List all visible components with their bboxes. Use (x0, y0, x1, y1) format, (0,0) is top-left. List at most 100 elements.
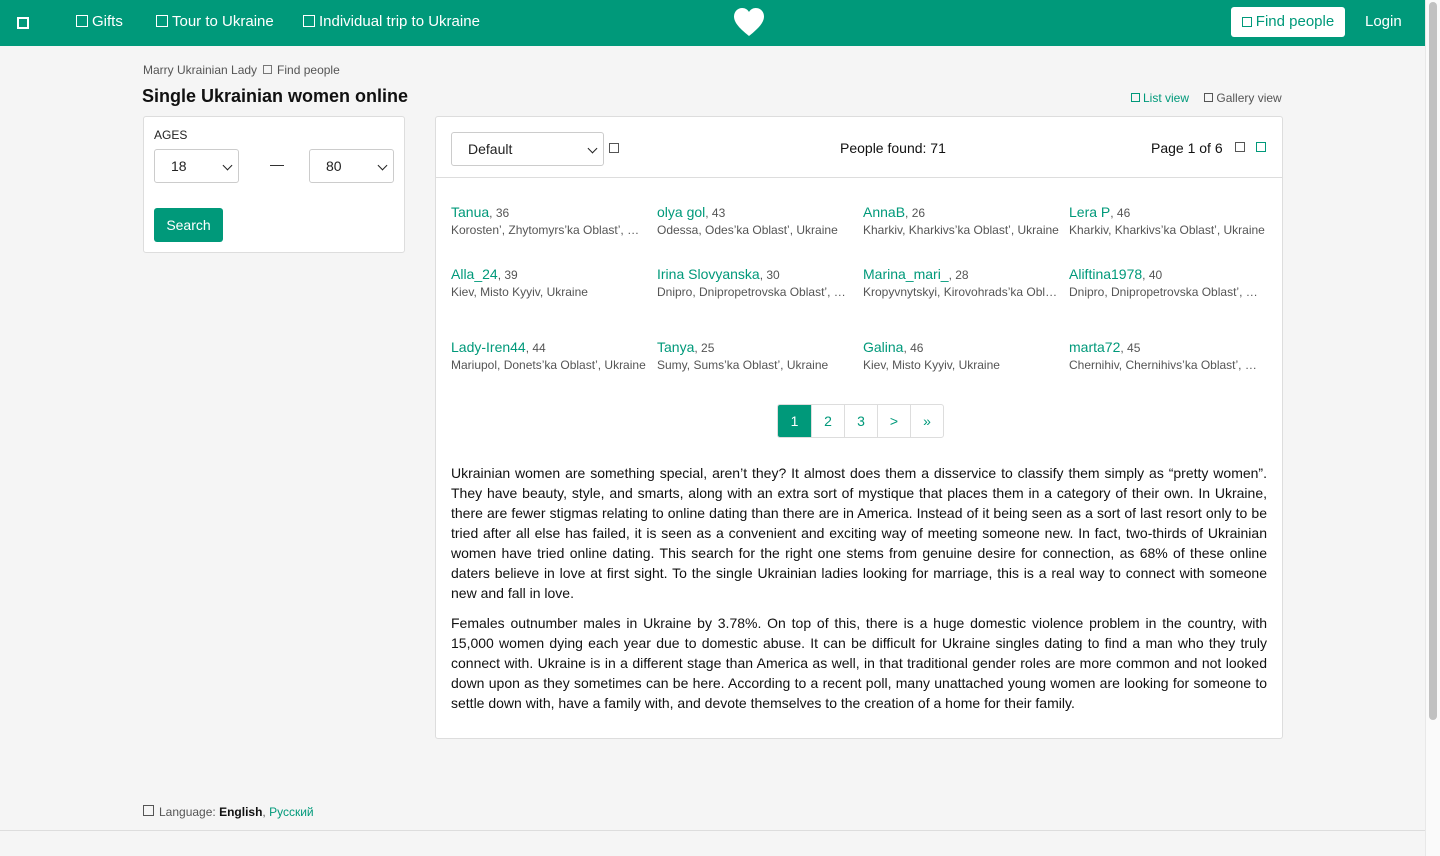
person-age: , 25 (694, 341, 715, 355)
nav-individual-trip-label: Individual trip to Ukraine (319, 13, 480, 30)
person-location: Korosten’, Zhytomyrs’ka Oblast’, Ukraine (451, 223, 647, 237)
person-age: , 40 (1142, 268, 1163, 282)
chevron-down-icon (377, 160, 388, 171)
breadcrumb-home[interactable]: Marry Ukrainian Lady (143, 63, 257, 77)
language-label: Language: (159, 805, 216, 819)
person-name[interactable]: Tanua (451, 204, 489, 220)
list-view-icon (1131, 93, 1140, 102)
article-paragraph: Ukrainian women are something special, a… (451, 465, 1267, 601)
person-card: Galina, 46 Kiev, Misto Kyyiv, Ukraine (863, 339, 1059, 372)
person-name[interactable]: Lady-Iren44 (451, 339, 526, 355)
search-button[interactable]: Search (154, 208, 223, 242)
person-location: Sumy, Sums’ka Oblast’, Ukraine (657, 358, 829, 372)
person-location: Chernihiv, Chernihivs’ka Oblast’, Ukrain… (1069, 358, 1265, 372)
person-name[interactable]: Tanya (657, 339, 694, 355)
page-1-button[interactable]: 1 (778, 405, 811, 437)
seo-article: Ukrainian women are something special, a… (451, 463, 1267, 723)
person-name[interactable]: Aliftina1978 (1069, 266, 1142, 282)
ages-label: AGES (154, 128, 188, 142)
person-location: Odessa, Odes’ka Oblast’, Ukraine (657, 223, 838, 237)
page-scrollbar[interactable] (1425, 0, 1440, 856)
language-english[interactable]: English (219, 805, 262, 819)
person-age: , 28 (948, 268, 969, 282)
age-min-select[interactable]: 18 (154, 149, 239, 183)
gift-icon (76, 15, 88, 27)
person-name[interactable]: Irina Slovyanska (657, 266, 760, 282)
person-age: , 43 (705, 206, 726, 220)
person-name[interactable]: Marina_mari_ (863, 266, 949, 282)
person-age: , 44 (525, 341, 546, 355)
nav-tour[interactable]: Tour to Ukraine (156, 13, 274, 30)
age-range-separator: — (270, 156, 284, 172)
person-name[interactable]: Galina (863, 339, 903, 355)
person-age: , 45 (1120, 341, 1141, 355)
person-location: Kharkiv, Kharkivs’ka Oblast’, Ukraine (1069, 223, 1265, 237)
last-page-button[interactable]: » (910, 405, 943, 437)
person-name[interactable]: AnnaB (863, 204, 905, 220)
list-view-toggle[interactable]: List view (1131, 91, 1189, 105)
nav-individual-trip[interactable]: Individual trip to Ukraine (303, 13, 480, 30)
person-age: , 46 (903, 341, 924, 355)
view-switch: List view Gallery view (1131, 91, 1282, 105)
person-card: olya gol, 43 Odessa, Odes’ka Oblast’, Ukr… (657, 204, 853, 237)
person-name[interactable]: Lera P (1069, 204, 1110, 220)
find-people-label: Find people (1255, 13, 1335, 30)
scrollbar-thumb[interactable] (1429, 2, 1437, 720)
person-location: Mariupol, Donets’ka Oblast’, Ukraine (451, 358, 646, 372)
sort-select[interactable]: Default (451, 132, 604, 166)
person-name[interactable]: olya gol (657, 204, 705, 220)
heart-logo-icon[interactable] (733, 7, 765, 37)
nav-gifts[interactable]: Gifts (76, 13, 123, 30)
footer-divider (0, 830, 1425, 831)
results-panel: Default People found: 71 Page 1 of 6 Tan… (435, 116, 1283, 739)
person-card: Aliftina1978, 40 Dnipro, Dnipropetrovska … (1069, 266, 1265, 299)
language-icon (143, 805, 154, 816)
person-card: Lera P, 46 Kharkiv, Kharkivs’ka Oblast’, … (1069, 204, 1265, 237)
sort-direction-icon[interactable] (609, 143, 619, 153)
next-page-button[interactable]: > (877, 405, 910, 437)
person-name[interactable]: Alla_24 (451, 266, 498, 282)
age-max-value: 80 (326, 158, 342, 174)
age-min-value: 18 (171, 158, 187, 174)
age-max-select[interactable]: 80 (309, 149, 394, 183)
page-3-button[interactable]: 3 (844, 405, 877, 437)
gallery-view-icon (1204, 93, 1214, 102)
search-people-icon (1241, 17, 1252, 27)
person-age: , 30 (759, 268, 780, 282)
nav-tour-label: Tour to Ukraine (172, 13, 274, 30)
top-navbar: Gifts Tour to Ukraine Individual trip to… (0, 0, 1425, 46)
person-card: marta72, 45 Chernihiv, Chernihivs’ka Obla… (1069, 339, 1265, 372)
pagination: 1 2 3 > » (777, 404, 944, 438)
people-found-count: People found: 71 (840, 140, 946, 156)
login-link[interactable]: Login (1365, 13, 1402, 30)
list-view-label: List view (1143, 91, 1190, 105)
person-card: Marina_mari_, 28 Kropyvnytskyi, Kirovohra… (863, 266, 1059, 299)
person-age: , 26 (905, 206, 926, 220)
next-page-icon[interactable] (1256, 142, 1266, 152)
person-card: Tanua, 36 Korosten’, Zhytomyrs’ka Oblast’… (451, 204, 647, 237)
gallery-view-label: Gallery view (1216, 91, 1282, 105)
tour-icon (156, 15, 168, 27)
trip-icon (303, 15, 315, 27)
find-people-button[interactable]: Find people (1231, 7, 1345, 37)
breadcrumb-separator-icon (263, 65, 273, 74)
person-location: Dnipro, Dnipropetrovska Oblast’, Ukraine (1069, 285, 1265, 299)
language-russian[interactable]: Русский (269, 805, 314, 819)
prev-page-icon[interactable] (1235, 142, 1245, 152)
person-age: , 46 (1110, 206, 1131, 220)
person-age: , 39 (497, 268, 518, 282)
person-card: Tanya, 25 Sumy, Sums’ka Oblast’, Ukraine (657, 339, 853, 372)
breadcrumb-current: Find people (277, 63, 340, 77)
person-age: , 36 (489, 206, 510, 220)
person-location: Kropyvnytskyi, Kirovohrads’ka Oblast’, U… (863, 285, 1059, 299)
page-title: Single Ukrainian women online (142, 86, 409, 106)
person-location: Dnipro, Dnipropetrovska Oblast’, Ukraine (657, 285, 853, 299)
chevron-down-icon (587, 143, 598, 154)
person-card: AnnaB, 26 Kharkiv, Kharkivs’ka Oblast’, U… (863, 204, 1059, 237)
page-2-button[interactable]: 2 (811, 405, 844, 437)
menu-icon[interactable] (17, 17, 29, 29)
gallery-view-toggle[interactable]: Gallery view (1204, 91, 1282, 105)
person-name[interactable]: marta72 (1069, 339, 1120, 355)
nav-gifts-label: Gifts (92, 13, 123, 30)
person-location: Kiev, Misto Kyyiv, Ukraine (863, 358, 1000, 372)
